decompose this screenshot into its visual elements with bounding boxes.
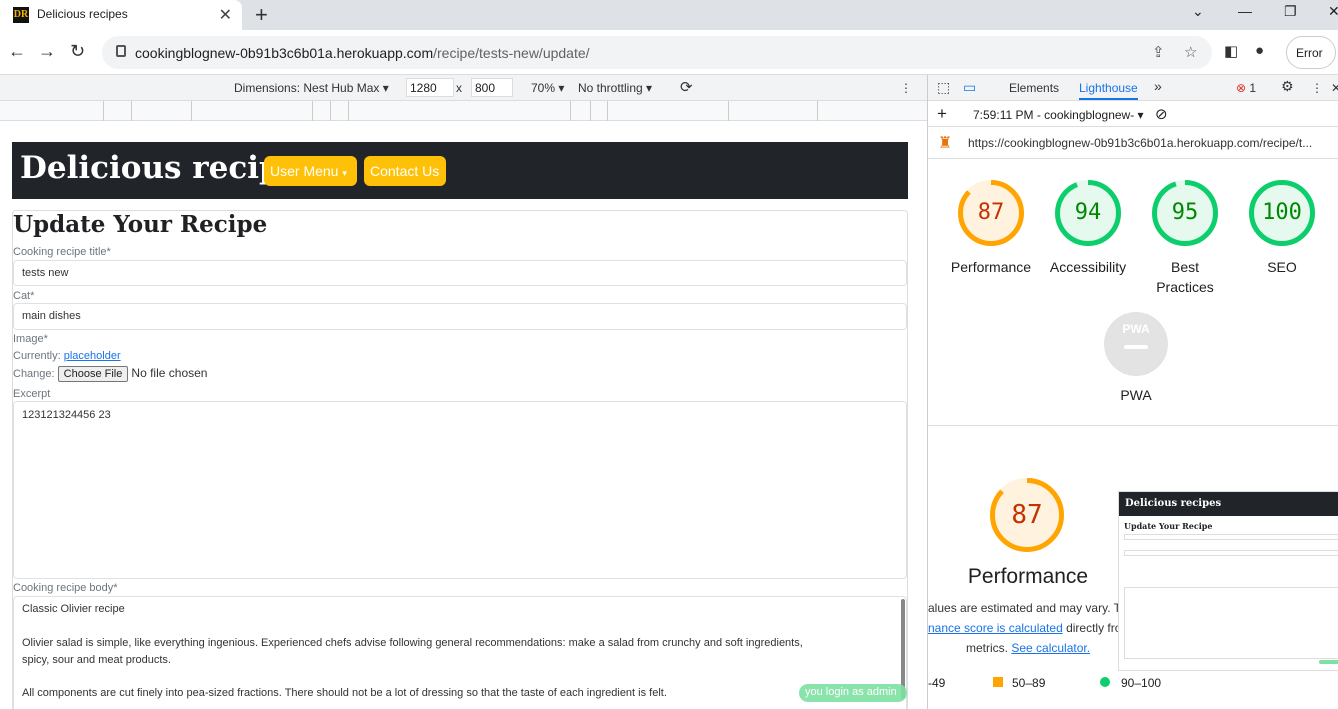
more-options-icon[interactable]: ⋮: [900, 81, 912, 95]
media-query-ruler: [0, 101, 927, 121]
excerpt-label: Excerpt: [13, 388, 51, 400]
settings-gear-icon[interactable]: ⚙: [1281, 78, 1294, 95]
throttling-select[interactable]: No throttling ▾: [578, 81, 652, 95]
score-label-best-practices: Best Practices: [1156, 259, 1214, 295]
currently-row: Currently: placeholder: [13, 350, 121, 362]
report-select[interactable]: 7:59:11 PM - cookingblognew- ▾: [973, 108, 1144, 122]
cat-select[interactable]: main dishes: [13, 303, 907, 330]
lock-icon: [116, 45, 126, 57]
choose-file-button[interactable]: Choose File: [57, 366, 129, 382]
tab-search-chevron-icon[interactable]: ⌄: [1192, 3, 1204, 20]
cat-label: Cat*: [13, 290, 35, 302]
favicon-icon: DR: [13, 7, 29, 23]
title-input[interactable]: tests new: [13, 260, 907, 286]
inspect-icon[interactable]: ⬚: [937, 79, 950, 96]
change-row: Change: Choose File No file chosen: [13, 366, 208, 382]
devtools-tabbar: ⬚ ▭ Elements Lighthouse » ⊗ 1 ⚙ ⋮ ✕: [928, 75, 1338, 101]
new-tab-icon[interactable]: +: [255, 2, 268, 28]
rotate-icon[interactable]: ⟳: [680, 78, 693, 96]
title-label: Cooking recipe title*: [13, 246, 111, 258]
metrics-note: metrics. See calculator.: [966, 641, 1091, 655]
reload-icon[interactable]: ↻: [70, 41, 85, 62]
share-icon[interactable]: ⇪: [1152, 43, 1165, 61]
pwa-badge-icon: PWA: [1104, 312, 1168, 376]
score-label-performance: Performance: [950, 259, 1032, 275]
performance-big-gauge[interactable]: 87: [990, 478, 1064, 552]
report-url-bar: ♜ https://cookingblognew-0b91b3c6b01a.he…: [928, 127, 1338, 159]
emulated-viewport: Delicious recipes User Menu ▾ Contact Us…: [0, 121, 927, 709]
site-navbar: Delicious recipes User Menu ▾ Contact Us: [12, 142, 908, 199]
user-menu-button[interactable]: User Menu ▾: [264, 156, 357, 186]
url-text[interactable]: cookingblognew-0b91b3c6b01a.herokuapp.co…: [135, 45, 590, 61]
score-gauge-performance[interactable]: 87: [958, 180, 1024, 246]
final-screenshot-thumbnail[interactable]: Delicious recipes Update Your Recipe: [1118, 491, 1338, 671]
body-textarea[interactable]: Classic Olivier recipe Olivier salad is …: [13, 596, 907, 709]
score-gauge-best-practices[interactable]: 95: [1152, 180, 1218, 246]
see-calculator-link[interactable]: See calculator.: [1011, 641, 1090, 655]
omnibox[interactable]: cookingblognew-0b91b3c6b01a.herokuapp.co…: [102, 36, 1212, 69]
page-title: Update Your Recipe: [13, 211, 268, 238]
report-url[interactable]: https://cookingblognew-0b91b3c6b01a.hero…: [968, 136, 1312, 150]
device-toolbar: Dimensions: Nest Hub Max ▾ 1280 x 800 70…: [0, 75, 927, 101]
profile-avatar-icon[interactable]: ●: [1255, 42, 1264, 59]
score-gauge-seo[interactable]: 100: [1249, 180, 1315, 246]
legend-fail: -49: [928, 676, 946, 690]
error-button[interactable]: Error: [1286, 36, 1336, 69]
body-label: Cooking recipe body*: [13, 582, 118, 594]
devtools-panel: ⬚ ▭ Elements Lighthouse » ⊗ 1 ⚙ ⋮ ✕ + 7:…: [927, 75, 1338, 709]
error-count-badge[interactable]: ⊗ 1: [1236, 81, 1256, 95]
device-mode-icon[interactable]: ▭: [963, 79, 976, 96]
devtools-close-icon[interactable]: ✕: [1331, 81, 1338, 95]
height-input[interactable]: 800: [471, 78, 513, 97]
maximize-icon[interactable]: ❐: [1284, 3, 1297, 20]
tab-elements[interactable]: Elements: [1009, 81, 1059, 95]
score-label-seo: SEO: [1267, 259, 1297, 275]
image-label: Image*: [13, 333, 48, 345]
forward-icon[interactable]: →: [38, 41, 56, 62]
browser-tab[interactable]: DR Delicious recipes ✕: [0, 0, 242, 30]
tab-strip: DR Delicious recipes ✕ + ⌄ — ❐ ✕: [0, 0, 1338, 30]
score-gauge-accessibility[interactable]: 94: [1055, 180, 1121, 246]
tab-title: Delicious recipes: [37, 7, 128, 21]
score-label-accessibility: Accessibility: [1049, 259, 1127, 275]
new-report-icon[interactable]: +: [937, 104, 947, 124]
clear-reports-icon[interactable]: ⊘: [1155, 105, 1168, 123]
admin-toast: you login as admin: [799, 684, 907, 702]
more-tabs-icon[interactable]: »: [1154, 78, 1162, 94]
pwa-label: PWA: [1120, 387, 1152, 403]
dimensions-select[interactable]: Dimensions: Nest Hub Max ▾: [234, 81, 389, 95]
lighthouse-toolbar: + 7:59:11 PM - cookingblognew- ▾ ⊘: [928, 101, 1338, 127]
excerpt-textarea[interactable]: 123121324456 23: [13, 401, 907, 579]
devtools-menu-icon[interactable]: ⋮: [1311, 81, 1323, 95]
side-panel-icon[interactable]: ◧: [1224, 42, 1238, 60]
address-toolbar: ← → ↻ cookingblognew-0b91b3c6b01a.heroku…: [0, 30, 1338, 75]
legend-average: 50–89: [993, 676, 1045, 690]
legend-pass: 90–100: [1100, 676, 1161, 690]
window-close-icon[interactable]: ✕: [1328, 3, 1338, 20]
calc-note: nance score is calculated directly fro: [928, 621, 1122, 635]
width-input[interactable]: 1280: [406, 78, 454, 97]
lighthouse-logo-icon: ♜: [938, 135, 953, 152]
placeholder-link[interactable]: placeholder: [64, 350, 121, 362]
times-sign: x: [456, 81, 462, 95]
estimate-note: alues are estimated and may vary. T: [928, 601, 1121, 615]
zoom-select[interactable]: 70% ▾: [531, 81, 564, 95]
tab-close-icon[interactable]: ✕: [219, 5, 232, 25]
performance-heading: Performance: [967, 565, 1089, 588]
contact-us-button[interactable]: Contact Us: [364, 156, 446, 186]
minimize-icon[interactable]: —: [1238, 3, 1252, 19]
bookmark-star-icon[interactable]: ☆: [1184, 43, 1197, 61]
back-icon[interactable]: ←: [8, 41, 26, 62]
tab-lighthouse[interactable]: Lighthouse: [1079, 81, 1138, 100]
